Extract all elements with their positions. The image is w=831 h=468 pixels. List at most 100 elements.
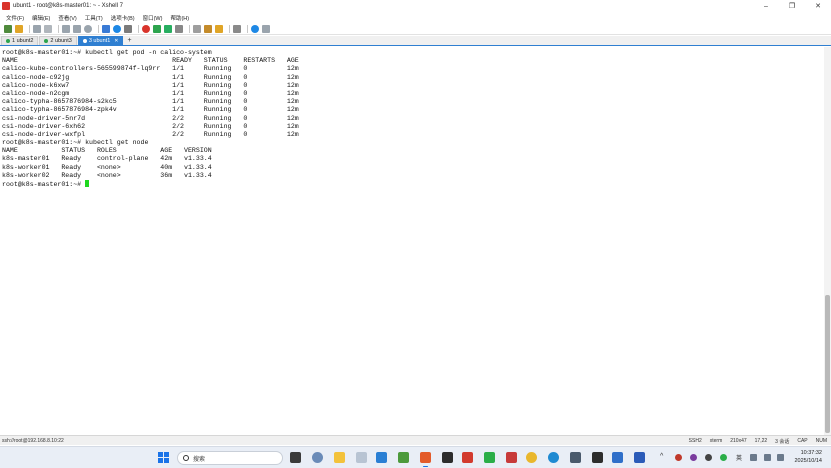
tab-ubunt3[interactable]: 2 ubunt3 — [39, 36, 77, 45]
minimize-button[interactable]: – — [753, 0, 779, 12]
file-explorer-icon[interactable] — [334, 452, 345, 463]
xftp-icon[interactable] — [142, 24, 150, 33]
battery-icon[interactable] — [777, 454, 784, 461]
copy-icon[interactable] — [62, 24, 70, 33]
app-icon[interactable] — [592, 452, 603, 463]
taskbar-search-box[interactable]: 搜索 — [177, 451, 283, 465]
tray-app-icon[interactable] — [720, 454, 727, 461]
disconnect-icon[interactable] — [44, 24, 52, 33]
menu-file[interactable]: 文件(F) — [6, 14, 24, 22]
connection-address: ssh://root@192.168.8.10:22 — [2, 437, 64, 444]
toolbar-divider — [229, 24, 230, 33]
window-title: ubunt1 - root@k8s-master01: ~ - Xshell 7 — [13, 3, 123, 9]
font-icon[interactable] — [124, 24, 132, 33]
script-icon[interactable] — [164, 24, 172, 33]
search-placeholder: 搜索 — [193, 456, 206, 463]
tray-app-icon[interactable] — [675, 454, 682, 461]
app-icon[interactable] — [506, 452, 517, 463]
properties-icon[interactable] — [102, 24, 110, 33]
clock-time: 10:37:32 — [800, 450, 822, 456]
network-icon[interactable] — [750, 454, 757, 461]
chevron-up-icon[interactable]: ^ — [660, 453, 663, 460]
terminal-line: calico-typha-8657876984-s2kc5 1/1 Runnin… — [2, 98, 299, 106]
folder-icon[interactable] — [215, 24, 223, 33]
clock-date: 2025/10/14 — [794, 457, 822, 464]
open-folder-icon[interactable] — [15, 24, 23, 33]
app-icon[interactable] — [398, 452, 409, 463]
terminal-output[interactable]: root@k8s-master01:~# kubectl get pod -n … — [0, 47, 824, 435]
toolbar-divider — [29, 24, 30, 33]
status-indicators: SSH2 xterm 210x47 17,22 3 会话 CAP NUM — [681, 437, 827, 445]
terminal-line: calico-node-n2cgm 1/1 Running 0 12m — [2, 89, 299, 97]
search-icon — [183, 455, 189, 461]
tray-app-icon[interactable] — [690, 454, 697, 461]
taskbar-clock[interactable]: 10:37:32 2025/10/14 — [794, 450, 822, 465]
windows-logo-icon — [164, 452, 169, 457]
close-tab-icon[interactable]: ✕ — [114, 38, 118, 44]
search-icon[interactable] — [84, 24, 92, 33]
maximize-button[interactable]: ❐ — [779, 0, 805, 12]
status-bar: ssh://root@192.168.8.10:22 SSH2 xterm 21… — [0, 435, 831, 445]
menu-view[interactable]: 查看(V) — [58, 14, 76, 22]
word-icon[interactable] — [634, 452, 645, 463]
terminal-line: calico-node-k6xw7 1/1 Running 0 12m — [2, 81, 299, 89]
menu-tab[interactable]: 选项卡(B) — [111, 14, 135, 22]
keyboard-icon[interactable] — [193, 24, 201, 33]
caps-lock-status: CAP — [797, 438, 808, 444]
terminal-line: calico-node-c92jg 1/1 Running 0 12m — [2, 73, 299, 81]
connected-icon — [44, 39, 49, 43]
tab-ubunt1[interactable]: 3 ubunt1 ✕ — [77, 36, 124, 45]
help-icon[interactable] — [251, 24, 259, 33]
cursor-position-status: 17,22 — [754, 438, 768, 444]
menu-window[interactable]: 窗口(W) — [143, 14, 163, 22]
compose-icon[interactable] — [204, 24, 212, 33]
menu-edit[interactable]: 编辑(E) — [32, 14, 50, 22]
window-controls: – ❐ ✕ — [753, 0, 831, 12]
add-tab-button[interactable]: + — [124, 36, 134, 45]
app-icon[interactable] — [462, 452, 473, 463]
chrome-icon[interactable] — [526, 452, 537, 463]
protocol-status: SSH2 — [688, 438, 702, 444]
wechat-icon[interactable] — [484, 452, 495, 463]
edge-icon[interactable] — [548, 452, 559, 463]
transfer-icon[interactable] — [153, 24, 161, 33]
task-view-icon[interactable] — [290, 452, 301, 463]
tab-ubunt2[interactable]: 1 ubunt2 — [1, 36, 39, 45]
windows-logo-icon — [158, 458, 163, 463]
terminal-app-icon[interactable] — [442, 452, 453, 463]
globe-icon[interactable] — [113, 24, 121, 33]
settings-icon[interactable] — [312, 452, 323, 463]
app-icon[interactable] — [612, 452, 623, 463]
terminal-line: NAME STATUS ROLES AGE VERSION — [2, 147, 212, 155]
terminal-scrollbar[interactable] — [824, 47, 831, 435]
tray-app-icon[interactable] — [705, 454, 712, 461]
close-button[interactable]: ✕ — [805, 0, 831, 12]
terminal-line: k8s-worker02 Ready <none> 36m v1.33.4 — [2, 171, 212, 179]
start-button[interactable] — [158, 452, 169, 463]
app-icon[interactable] — [356, 452, 367, 463]
toolbar-divider — [247, 24, 248, 33]
vscode-icon[interactable] — [376, 452, 387, 463]
terminal-line: calico-typha-8657876984-zpk4v 1/1 Runnin… — [2, 106, 299, 114]
connected-icon — [6, 39, 10, 43]
new-session-icon[interactable] — [4, 24, 12, 33]
menu-help[interactable]: 帮助(H) — [170, 14, 189, 22]
scrollbar-thumb[interactable] — [825, 295, 830, 433]
connected-icon — [82, 39, 87, 43]
paste-icon[interactable] — [73, 24, 81, 33]
app-icon[interactable] — [570, 452, 581, 463]
layout-icon[interactable] — [233, 24, 241, 33]
terminal-line: calico-kube-controllers-565599874f-lq9rr… — [2, 65, 299, 73]
terminal-size-status: 210x47 — [730, 438, 747, 444]
lock-icon[interactable] — [175, 24, 183, 33]
toolbar-divider — [138, 24, 139, 33]
volume-icon[interactable] — [764, 454, 771, 461]
tab-label: 1 ubunt2 — [12, 38, 34, 44]
xshell-taskbar-icon[interactable] — [420, 452, 431, 467]
menu-tools[interactable]: 工具(T) — [85, 14, 103, 22]
link-icon[interactable] — [33, 24, 41, 33]
input-method-indicator[interactable]: 英 — [736, 453, 742, 462]
session-count-status: 3 会话 — [775, 438, 790, 445]
terminal-type-status: xterm — [709, 438, 723, 444]
chat-icon[interactable] — [262, 24, 270, 33]
